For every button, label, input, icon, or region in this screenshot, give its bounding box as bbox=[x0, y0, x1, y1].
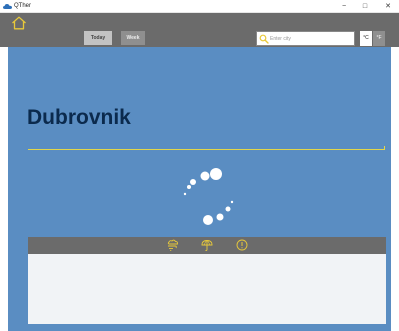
maximize-button[interactable]: □ bbox=[356, 0, 374, 13]
unit-celsius-button[interactable]: °C bbox=[360, 31, 372, 46]
city-resize-handle bbox=[381, 146, 385, 150]
unit-fahrenheit-button[interactable]: °F bbox=[373, 31, 385, 46]
home-icon[interactable] bbox=[11, 16, 27, 30]
cloud-app-icon bbox=[3, 4, 12, 9]
tab-week[interactable]: Week bbox=[121, 31, 145, 45]
minimize-button[interactable]: − bbox=[335, 0, 353, 13]
close-button[interactable]: ✕ bbox=[379, 0, 397, 13]
toolbar-strip bbox=[0, 13, 399, 28]
city-name: Dubrovnik bbox=[27, 106, 131, 129]
search-icon[interactable] bbox=[259, 34, 269, 44]
umbrella-icon[interactable] bbox=[201, 239, 213, 251]
window-title: QTher bbox=[14, 3, 32, 9]
search-input[interactable] bbox=[270, 33, 354, 44]
wind-rain-icon[interactable] bbox=[167, 239, 179, 251]
loading-spinner bbox=[183, 168, 234, 225]
window-titlebar: QTher − □ ✕ bbox=[0, 0, 399, 13]
info-icon[interactable] bbox=[236, 239, 248, 251]
city-search bbox=[256, 31, 355, 46]
city-underline bbox=[28, 149, 385, 150]
forecast-panel bbox=[28, 254, 386, 324]
tab-today[interactable]: Today bbox=[84, 31, 112, 45]
